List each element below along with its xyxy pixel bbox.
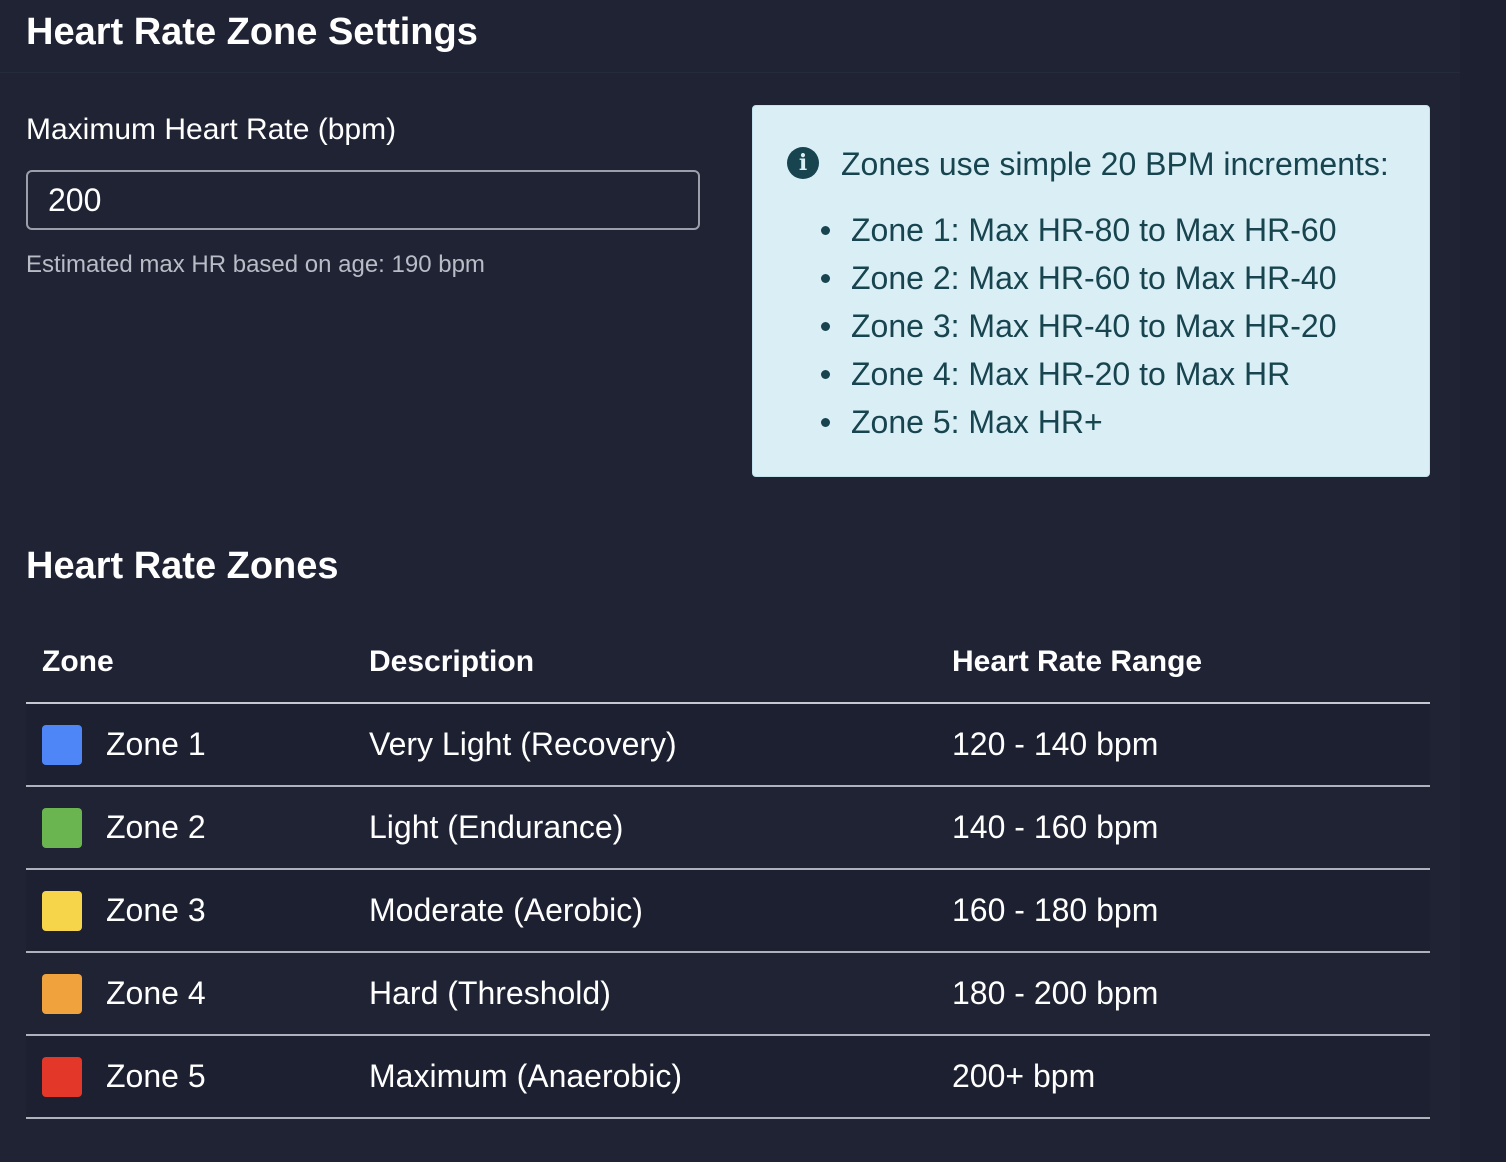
zone-color-swatch (42, 1056, 82, 1097)
zone-color-swatch (42, 724, 82, 765)
zone-cell: Zone 2 (26, 786, 353, 870)
max-hr-hint: Estimated max HR based on age: 190 bpm (26, 251, 485, 278)
info-list-item: Zone 3: Max HR-40 to Max HR-20 (821, 302, 1337, 350)
table-row: Zone 5 Maximum (Anaerobic) 200+ bpm (26, 1035, 1430, 1119)
range-cell: 120 - 140 bpm (936, 703, 1430, 787)
column-header-description: Description (353, 622, 936, 704)
zone-color-swatch (42, 973, 82, 1014)
zone-color-swatch (42, 807, 82, 848)
zones-table: Zone Description Heart Rate Range Zone 1… (26, 622, 1430, 1119)
zone-name: Zone 4 (106, 975, 206, 1012)
table-header-row: Zone Description Heart Rate Range (26, 622, 1430, 704)
page-title: Heart Rate Zone Settings (26, 11, 478, 53)
zones-info-box: i Zones use simple 20 BPM increments: Zo… (752, 105, 1430, 477)
zone-color-swatch (42, 890, 82, 931)
description-cell: Moderate (Aerobic) (353, 869, 936, 953)
table-row: Zone 4 Hard (Threshold) 180 - 200 bpm (26, 952, 1430, 1036)
info-circle-icon: i (787, 147, 819, 179)
page-header: Heart Rate Zone Settings (0, 0, 1460, 73)
table-row: Zone 1 Very Light (Recovery) 120 - 140 b… (26, 703, 1430, 787)
info-list-item: Zone 4: Max HR-20 to Max HR (821, 350, 1337, 398)
info-list-item: Zone 1: Max HR-80 to Max HR-60 (821, 206, 1337, 254)
zone-cell: Zone 4 (26, 952, 353, 1036)
column-header-zone: Zone (26, 622, 353, 704)
zones-section-title: Heart Rate Zones (26, 545, 339, 587)
zone-name: Zone 5 (106, 1058, 206, 1095)
zone-cell: Zone 5 (26, 1035, 353, 1119)
zone-name: Zone 1 (106, 726, 206, 763)
info-list-item: Zone 2: Max HR-60 to Max HR-40 (821, 254, 1337, 302)
max-hr-input[interactable] (26, 170, 700, 230)
max-hr-label: Maximum Heart Rate (bpm) (26, 113, 397, 146)
description-cell: Light (Endurance) (353, 786, 936, 870)
zone-name: Zone 2 (106, 809, 206, 846)
info-list-item: Zone 5: Max HR+ (821, 398, 1337, 446)
page: Heart Rate Zone Settings Maximum Heart R… (0, 0, 1506, 1162)
table-row: Zone 3 Moderate (Aerobic) 160 - 180 bpm (26, 869, 1430, 953)
description-cell: Very Light (Recovery) (353, 703, 936, 787)
info-title: Zones use simple 20 BPM increments: (841, 146, 1389, 182)
right-gutter (1460, 0, 1506, 1162)
zone-cell: Zone 3 (26, 869, 353, 953)
description-cell: Hard (Threshold) (353, 952, 936, 1036)
column-header-range: Heart Rate Range (936, 622, 1430, 704)
table-row: Zone 2 Light (Endurance) 140 - 160 bpm (26, 786, 1430, 870)
range-cell: 200+ bpm (936, 1035, 1430, 1119)
range-cell: 180 - 200 bpm (936, 952, 1430, 1036)
zone-name: Zone 3 (106, 892, 206, 929)
range-cell: 160 - 180 bpm (936, 869, 1430, 953)
info-list: Zone 1: Max HR-80 to Max HR-60 Zone 2: M… (821, 206, 1337, 446)
range-cell: 140 - 160 bpm (936, 786, 1430, 870)
zone-cell: Zone 1 (26, 703, 353, 787)
description-cell: Maximum (Anaerobic) (353, 1035, 936, 1119)
